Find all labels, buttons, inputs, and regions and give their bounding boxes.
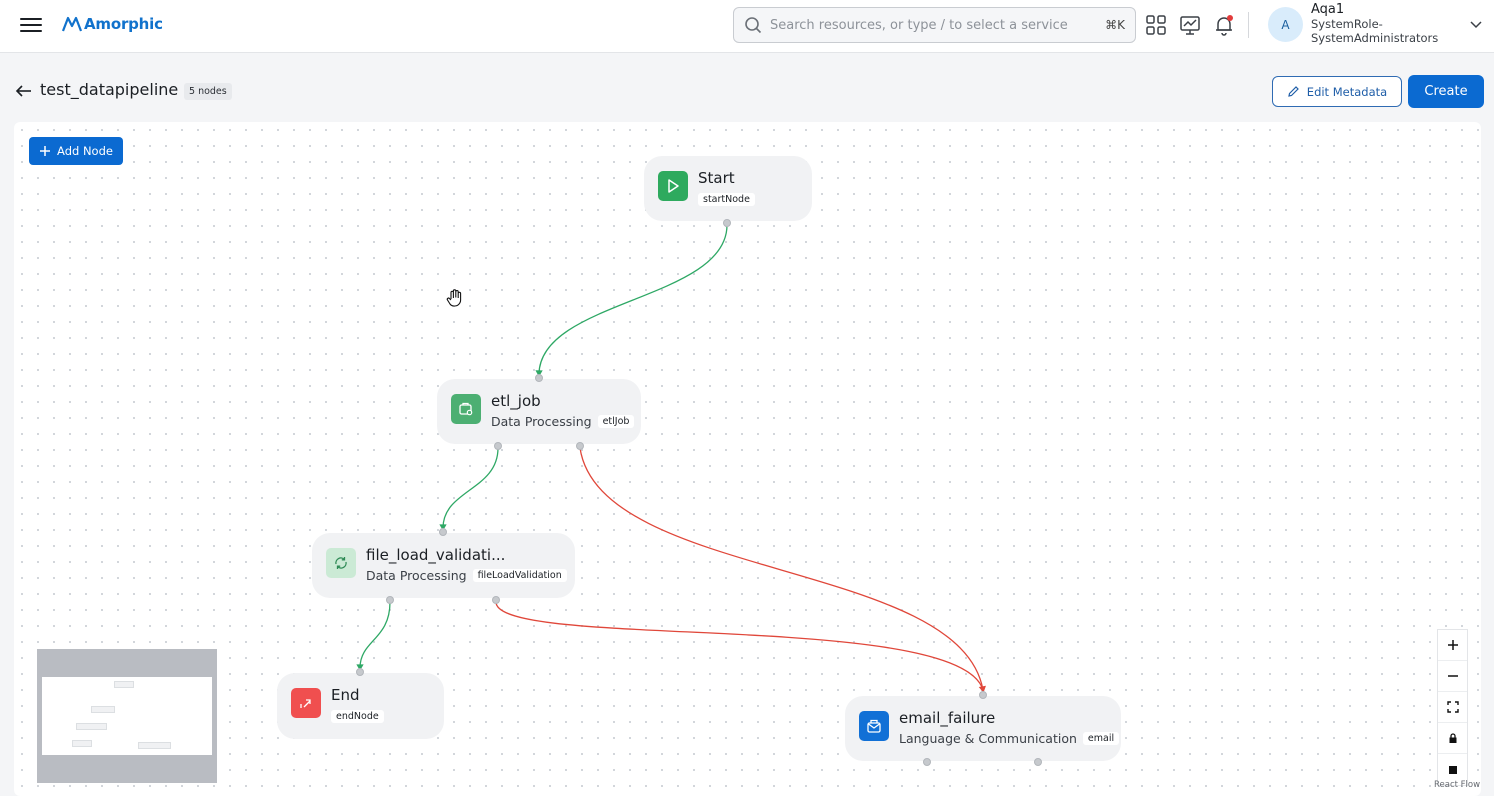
node-email-failure-success-handle[interactable] <box>923 758 931 766</box>
refresh-icon <box>326 548 356 578</box>
minimap-node <box>138 742 171 749</box>
user-role-line1: SystemRole- <box>1311 17 1383 31</box>
node-file-load-category: Data Processing <box>366 568 467 583</box>
node-file-load-title: file_load_validati... <box>366 546 506 564</box>
minimap-node <box>91 706 115 713</box>
back-arrow-icon[interactable] <box>15 83 33 99</box>
header-divider <box>1248 12 1249 38</box>
edit-metadata-button[interactable]: Edit Metadata <box>1272 76 1402 107</box>
add-node-button[interactable]: Add Node <box>29 137 123 165</box>
minimap[interactable] <box>37 649 217 783</box>
mail-icon <box>859 711 889 741</box>
menu-icon[interactable] <box>20 14 42 36</box>
zoom-out-button[interactable] <box>1438 661 1467 692</box>
node-etl-job[interactable]: etl_job Data Processing etlJob <box>437 379 641 444</box>
create-button[interactable]: Create <box>1408 75 1484 108</box>
node-etl-job-category: Data Processing <box>491 414 592 429</box>
node-file-load-failure-handle[interactable] <box>492 596 500 604</box>
node-start[interactable]: Start startNode <box>644 156 812 221</box>
node-file-load-tag: fileLoadValidation <box>472 569 567 582</box>
square-icon <box>1448 765 1457 774</box>
node-start-tag: startNode <box>698 193 755 206</box>
search-icon <box>745 17 762 34</box>
node-email-failure-title: email_failure <box>899 709 996 727</box>
search-input[interactable] <box>770 17 1106 33</box>
fit-view-button[interactable] <box>1438 692 1467 723</box>
hand-cursor-icon <box>446 289 462 307</box>
user-name: Aqa1 <box>1311 2 1345 17</box>
node-file-load-success-handle[interactable] <box>386 596 394 604</box>
minus-icon <box>1447 675 1458 677</box>
monitor-chart-icon[interactable] <box>1178 13 1202 37</box>
node-end-input-handle[interactable] <box>356 668 364 676</box>
pencil-icon <box>1288 86 1299 97</box>
node-etl-job-success-handle[interactable] <box>494 442 502 450</box>
node-end-tag: endNode <box>331 710 384 723</box>
brand-logo[interactable]: Amorphic <box>62 12 163 36</box>
apps-grid-icon[interactable] <box>1144 13 1168 37</box>
add-node-label: Add Node <box>57 144 113 158</box>
amorphic-logo-icon <box>62 16 82 32</box>
minimap-node <box>76 723 107 730</box>
node-end[interactable]: End endNode <box>277 673 444 739</box>
node-email-failure-category: Language & Communication <box>899 731 1077 746</box>
minimap-node <box>114 681 134 688</box>
node-etl-job-tag: etlJob <box>597 415 635 428</box>
exit-icon <box>291 688 321 718</box>
node-start-title: Start <box>698 169 735 187</box>
fit-view-icon <box>1446 701 1459 713</box>
node-email-failure-failure-handle[interactable] <box>1034 758 1042 766</box>
flow-controls <box>1437 629 1468 786</box>
top-bar: Amorphic ⌘K A Aqa1 SystemRole- SystemAdm… <box>0 0 1494 53</box>
chevron-down-icon[interactable] <box>1469 17 1483 31</box>
search-bar[interactable]: ⌘K <box>733 7 1136 43</box>
user-role-line2: SystemAdministrators <box>1311 31 1439 45</box>
node-file-load-validation[interactable]: file_load_validati... Data Processing fi… <box>312 533 575 598</box>
node-etl-job-failure-handle[interactable] <box>576 442 584 450</box>
minimap-node <box>72 740 92 747</box>
node-start-output-handle[interactable] <box>723 219 731 227</box>
node-email-failure-tag: email <box>1082 732 1120 745</box>
play-icon <box>658 171 688 201</box>
bell-icon[interactable] <box>1212 13 1236 37</box>
node-email-failure[interactable]: email_failure Language & Communication e… <box>845 696 1121 761</box>
node-count-badge: 5 nodes <box>184 83 232 100</box>
brand-name: Amorphic <box>84 15 163 33</box>
search-shortcut: ⌘K <box>1105 18 1125 32</box>
node-file-load-input-handle[interactable] <box>439 528 447 536</box>
node-end-title: End <box>331 686 360 704</box>
user-info[interactable]: Aqa1 SystemRole- SystemAdministrators <box>1311 2 1439 46</box>
zoom-in-button[interactable] <box>1438 630 1467 661</box>
react-flow-attribution[interactable]: React Flow <box>1434 780 1480 790</box>
lock-button[interactable] <box>1438 723 1467 754</box>
minimap-viewport[interactable] <box>42 677 212 755</box>
lock-icon <box>1449 733 1456 743</box>
edit-metadata-label: Edit Metadata <box>1306 84 1388 99</box>
plus-icon <box>40 146 51 156</box>
avatar[interactable]: A <box>1268 7 1303 42</box>
gear-folder-icon <box>451 394 481 424</box>
flow-canvas[interactable] <box>14 122 1481 796</box>
node-etl-job-input-handle[interactable] <box>535 374 543 382</box>
node-email-failure-input-handle[interactable] <box>979 691 987 699</box>
node-etl-job-title: etl_job <box>491 392 541 410</box>
page-title: test_datapipeline <box>40 80 179 99</box>
plus-icon <box>1447 640 1458 650</box>
